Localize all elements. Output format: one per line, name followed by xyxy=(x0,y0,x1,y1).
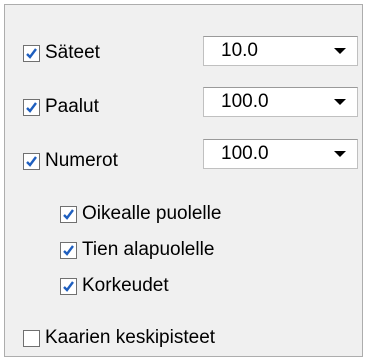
paalut-checkbox[interactable] xyxy=(23,98,40,116)
checkmark-icon xyxy=(63,244,74,256)
checkmark-icon xyxy=(26,155,37,167)
oikealle-label: Oikealle puolelle xyxy=(82,203,222,224)
numerot-dropdown-value: 100.0 xyxy=(221,143,269,164)
kaarien-checkbox[interactable] xyxy=(23,329,40,347)
numerot-label: Numerot xyxy=(45,150,118,171)
oikealle-checkbox-row[interactable]: Oikealle puolelle xyxy=(60,201,221,227)
checkmark-icon xyxy=(63,208,74,220)
checkmark-icon xyxy=(26,47,37,59)
checkmark-icon xyxy=(63,280,74,292)
sateet-checkbox[interactable] xyxy=(23,44,40,62)
numerot-checkbox[interactable] xyxy=(23,152,40,170)
chevron-down-icon xyxy=(334,48,346,54)
korkeudet-checkbox-row[interactable]: Korkeudet xyxy=(60,273,169,299)
options-panel: Säteet 10.0 Paalut 100.0 Numerot 100.0 O… xyxy=(4,4,363,357)
alapuolelle-checkbox[interactable] xyxy=(60,241,77,259)
sateet-dropdown[interactable]: 10.0 xyxy=(203,36,358,66)
kaarien-label: Kaarien keskipisteet xyxy=(45,327,216,348)
paalut-label: Paalut xyxy=(45,96,99,117)
sateet-checkbox-row[interactable]: Säteet xyxy=(23,40,100,66)
paalut-dropdown-value: 100.0 xyxy=(221,91,269,112)
korkeudet-checkbox[interactable] xyxy=(60,277,77,295)
chevron-down-icon xyxy=(334,99,346,105)
oikealle-checkbox[interactable] xyxy=(60,205,77,223)
numerot-checkbox-row[interactable]: Numerot xyxy=(23,148,118,174)
checkmark-icon xyxy=(26,101,37,113)
sateet-dropdown-value: 10.0 xyxy=(221,40,258,61)
paalut-dropdown[interactable]: 100.0 xyxy=(203,87,358,117)
korkeudet-label: Korkeudet xyxy=(82,275,169,296)
sateet-label: Säteet xyxy=(45,42,100,63)
numerot-dropdown[interactable]: 100.0 xyxy=(203,139,358,169)
kaarien-checkbox-row[interactable]: Kaarien keskipisteet xyxy=(23,325,215,351)
alapuolelle-label: Tien alapuolelle xyxy=(82,239,215,260)
chevron-down-icon xyxy=(334,151,346,157)
alapuolelle-checkbox-row[interactable]: Tien alapuolelle xyxy=(60,237,214,263)
paalut-checkbox-row[interactable]: Paalut xyxy=(23,94,99,120)
